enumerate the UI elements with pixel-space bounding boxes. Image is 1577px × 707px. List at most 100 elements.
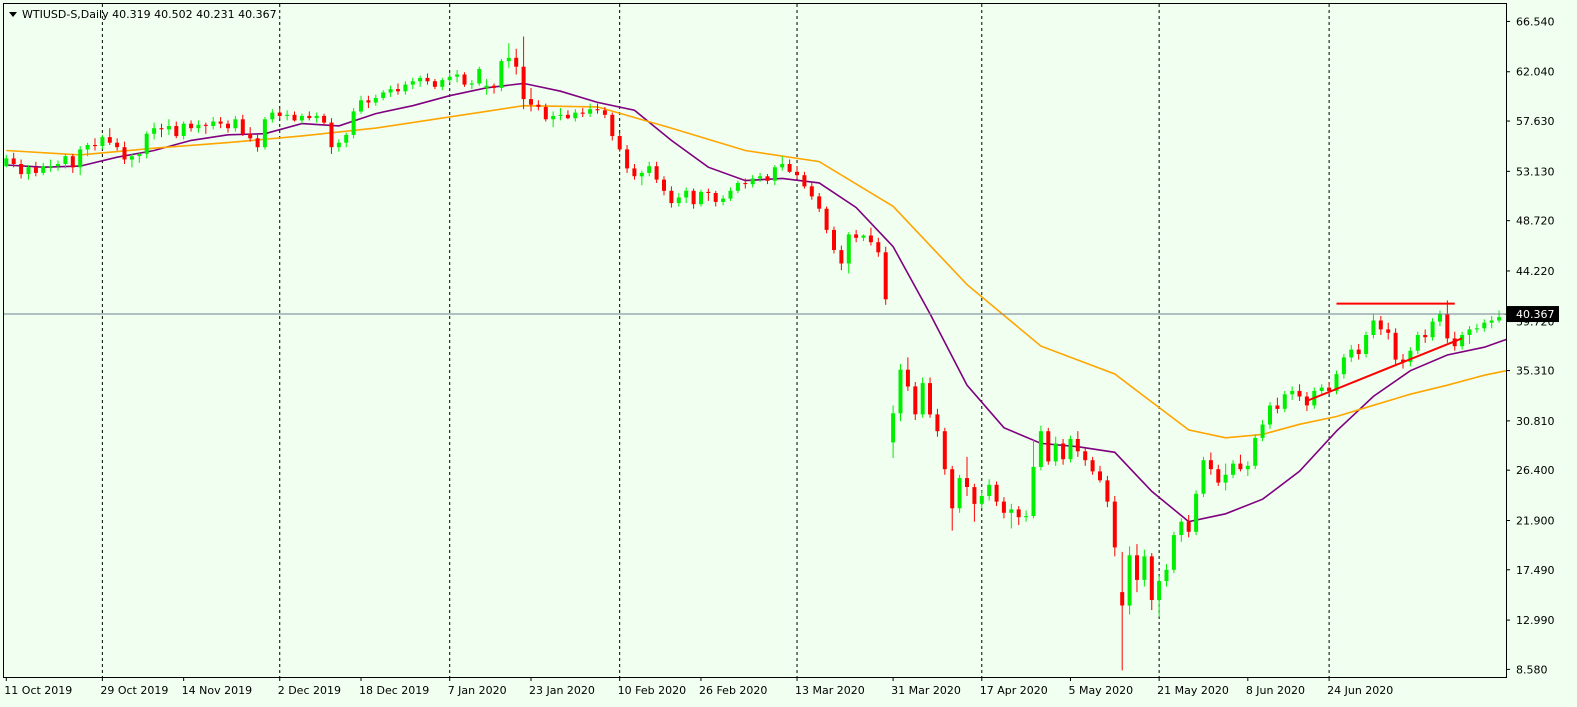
- x-tick-label: 11 Oct 2019: [4, 684, 72, 697]
- candle-body: [684, 190, 689, 198]
- candle-body: [728, 190, 733, 199]
- candle-body: [262, 119, 267, 148]
- candle-body: [159, 128, 164, 130]
- candle-body: [521, 66, 526, 100]
- candle-body: [477, 69, 482, 84]
- candle-body: [987, 484, 992, 496]
- candle-body: [1149, 556, 1154, 600]
- candle: [351, 108, 356, 139]
- y-tick-label: 26.400: [1516, 464, 1555, 477]
- candle: [957, 474, 962, 513]
- candle-body: [181, 123, 186, 136]
- x-tick-label: 24 Jun 2020: [1327, 684, 1393, 697]
- x-tick-label: 23 Jan 2020: [529, 684, 595, 697]
- candle-body: [1046, 431, 1051, 462]
- candle-body: [1482, 322, 1487, 329]
- candle-body: [1135, 555, 1139, 580]
- candle-body: [905, 369, 910, 387]
- current-price-label: 40.367: [1516, 308, 1555, 321]
- candle-body: [1393, 332, 1398, 360]
- candle-body: [211, 121, 216, 126]
- candle-body: [418, 77, 423, 82]
- candle-body: [957, 478, 962, 509]
- candle-body: [240, 119, 245, 134]
- candle: [1201, 456, 1206, 498]
- candle-body: [1164, 569, 1169, 581]
- candle-body: [226, 123, 230, 129]
- x-tick-label: 26 Feb 2020: [699, 684, 767, 697]
- candle-body: [440, 80, 445, 87]
- candle-body: [322, 115, 327, 123]
- y-tick-label: 57.630: [1516, 115, 1555, 128]
- candle-body: [861, 235, 866, 238]
- candle-body: [144, 133, 149, 154]
- candle-body: [787, 164, 792, 172]
- candle-body: [1497, 317, 1502, 321]
- price-chart[interactable]: 66.54062.04057.63053.13048.72044.22039.7…: [0, 0, 1577, 707]
- y-tick-label: 17.490: [1516, 564, 1555, 577]
- candle-body: [1260, 424, 1265, 438]
- candle-body: [1061, 443, 1066, 460]
- candle: [942, 427, 947, 475]
- candle-body: [1142, 556, 1147, 580]
- candle-body: [654, 166, 659, 180]
- candle-body: [610, 114, 615, 136]
- candle-body: [107, 137, 112, 143]
- candle-body: [824, 208, 829, 230]
- candle-body: [351, 111, 356, 135]
- x-tick-label: 5 May 2020: [1068, 684, 1133, 697]
- candle-body: [447, 76, 452, 81]
- candle-body: [1423, 335, 1428, 338]
- candle-body: [588, 109, 593, 114]
- candle: [1430, 318, 1435, 341]
- y-tick-label: 44.220: [1516, 265, 1555, 278]
- candle-body: [63, 156, 68, 164]
- candle-body: [662, 179, 666, 191]
- candle-body: [19, 164, 24, 175]
- candle-body: [1194, 493, 1199, 532]
- candle-body: [285, 114, 290, 116]
- candle-body: [979, 496, 984, 504]
- candle-body: [1053, 443, 1058, 462]
- chart-info: WTIUSD-S,Daily 40.319 40.502 40.231 40.3…: [9, 8, 277, 21]
- candle-body: [78, 149, 83, 168]
- candle-body: [743, 183, 748, 185]
- candle-body: [935, 414, 940, 432]
- candle-body: [750, 178, 755, 185]
- candle-body: [1268, 405, 1272, 425]
- candle-body: [876, 242, 881, 253]
- candle-body: [832, 229, 836, 250]
- candle-body: [558, 114, 563, 116]
- candle-body: [942, 431, 947, 470]
- candle-body: [492, 85, 496, 88]
- candle-body: [950, 469, 955, 509]
- candle-body: [573, 112, 578, 119]
- candle-body: [70, 156, 75, 168]
- candle-body: [676, 197, 681, 204]
- candle: [832, 226, 836, 254]
- candle-body: [647, 166, 652, 173]
- candle: [898, 364, 903, 422]
- candle: [920, 377, 925, 418]
- x-tick-label: 10 Feb 2020: [618, 684, 686, 697]
- candle-body: [529, 99, 533, 105]
- y-tick-label: 53.130: [1516, 165, 1555, 178]
- candle-body: [1378, 320, 1383, 330]
- y-tick-label: 12.990: [1516, 614, 1555, 627]
- candle-body: [388, 89, 393, 93]
- candle: [499, 58, 504, 92]
- candle-body: [1430, 321, 1435, 338]
- candle-body: [772, 167, 777, 181]
- candle: [1046, 427, 1051, 465]
- candle-body: [839, 250, 844, 264]
- candle: [1068, 435, 1073, 463]
- candle-body: [721, 198, 726, 202]
- candle-body: [4, 158, 9, 167]
- candle: [928, 377, 932, 418]
- y-tick-label: 66.540: [1516, 15, 1555, 28]
- x-tick-label: 7 Jan 2020: [448, 684, 507, 697]
- candle-body: [1016, 509, 1021, 518]
- candle-body: [115, 142, 120, 148]
- candle-body: [632, 168, 637, 177]
- candle-body: [93, 145, 97, 147]
